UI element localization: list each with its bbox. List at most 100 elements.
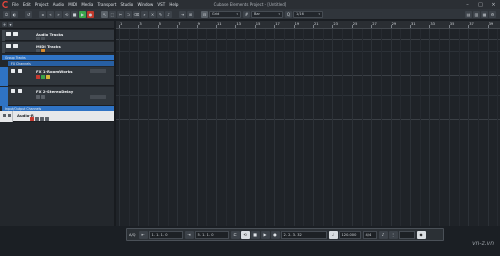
transport-mode[interactable]: A/Q — [129, 233, 136, 237]
audio-output-track[interactable]: Audio-R — [0, 111, 114, 122]
play-icon[interactable]: ▶ — [260, 230, 270, 239]
settings-icon[interactable]: ⚙ — [489, 11, 496, 18]
constrain-delay-icon[interactable]: ◐ — [11, 10, 18, 18]
grid-icon[interactable]: # — [243, 10, 250, 18]
range-selection-icon[interactable]: ⬚ — [109, 10, 116, 18]
menu-edit[interactable]: Edit — [23, 0, 31, 9]
tempo-track-icon[interactable]: ♩ — [328, 230, 338, 239]
mute-button[interactable] — [30, 117, 34, 121]
glue-icon[interactable]: ⊃ — [125, 10, 132, 18]
project-area[interactable] — [116, 29, 500, 226]
solo-button[interactable] — [41, 95, 45, 99]
mute-button[interactable] — [36, 48, 40, 52]
solo-button[interactable] — [41, 48, 45, 52]
record-icon[interactable]: ● — [270, 230, 280, 239]
position-display[interactable]: 2. 2. 3. 32 — [280, 230, 327, 239]
left-locator-field[interactable]: 1. 1. 1. 0 — [148, 230, 183, 239]
menu-window[interactable]: Window — [137, 0, 153, 9]
cycle-icon[interactable]: ⟲ — [240, 230, 250, 239]
play-icon[interactable]: ▶ — [79, 10, 86, 18]
read-automation-button[interactable] — [40, 117, 44, 121]
group-tracks-folder[interactable]: Group Tracks — [2, 55, 114, 60]
left-locator-icon[interactable]: ⇤ — [138, 230, 148, 239]
mute-button[interactable] — [36, 36, 40, 40]
folder-icon[interactable] — [13, 32, 18, 36]
mute-tool-icon[interactable]: × — [149, 10, 156, 18]
history-icon[interactable]: ↺ — [25, 10, 32, 18]
left-locator-icon[interactable]: ◂ — [39, 10, 46, 18]
cycle-icon[interactable]: ⟲ — [63, 10, 70, 18]
read-automation-button[interactable] — [46, 75, 50, 79]
menu-audio[interactable]: Audio — [53, 0, 64, 9]
track-insert-slot[interactable] — [90, 68, 106, 73]
minimize-icon[interactable]: – — [461, 0, 474, 9]
add-track-icon[interactable]: + — [2, 22, 7, 27]
maximize-icon[interactable]: □ — [474, 0, 487, 9]
track-color-icon[interactable] — [3, 114, 6, 117]
collapse-tracks-icon[interactable]: ▾ — [8, 22, 13, 27]
precount-icon[interactable]: ⋮ — [388, 230, 398, 239]
solo-button[interactable] — [35, 117, 39, 121]
track-insert-slot[interactable] — [90, 95, 106, 99]
zoom-icon[interactable]: ⌕ — [141, 10, 148, 18]
solo-button[interactable] — [41, 36, 45, 40]
auto-scroll-icon[interactable]: ⇥ — [179, 10, 186, 18]
bar-grid-line — [254, 29, 256, 226]
erase-icon[interactable]: ⌫ — [133, 10, 140, 18]
grid-type-select[interactable]: Grid ▾ — [209, 10, 241, 18]
menu-midi[interactable]: MIDI — [68, 0, 77, 9]
write-automation-button[interactable] — [45, 117, 49, 121]
tempo-field[interactable]: 120.000 — [338, 230, 361, 239]
quantize-icon[interactable]: Q — [285, 10, 292, 18]
record-icon[interactable]: ● — [87, 10, 94, 18]
signature-field[interactable]: 4/4 — [362, 230, 377, 239]
snap-icon[interactable]: ⊞ — [187, 10, 194, 18]
menu-transport[interactable]: Transport — [98, 0, 117, 9]
object-selection-icon[interactable]: ↖ — [101, 10, 108, 18]
draw-icon[interactable]: ✎ — [157, 10, 164, 18]
track-color-icon[interactable] — [11, 89, 15, 93]
solo-button[interactable] — [41, 75, 45, 79]
layout-3-icon[interactable]: ▦ — [481, 11, 488, 18]
snap-toggle-icon[interactable]: ⊟ — [201, 10, 208, 18]
track-edit-icon[interactable] — [18, 69, 22, 73]
layout-icon[interactable]: ▤ — [465, 11, 472, 18]
mute-button[interactable] — [36, 95, 40, 99]
folder-icon[interactable] — [6, 32, 11, 36]
track-edit-icon[interactable] — [8, 114, 11, 117]
folder-track-audio[interactable]: Audio Tracks — [2, 30, 114, 41]
menu-studio[interactable]: Studio — [121, 0, 134, 9]
layout-2-icon[interactable]: ▥ — [473, 11, 480, 18]
menu-media[interactable]: Media — [81, 0, 93, 9]
track-color-icon[interactable] — [11, 69, 15, 73]
metronome-icon[interactable]: ♪ — [378, 230, 388, 239]
folder-icon[interactable] — [13, 44, 18, 48]
marker-icon[interactable]: ◆ — [416, 230, 426, 239]
fx-channel-track-1[interactable]: FX 1-RoomWorks — [0, 67, 114, 86]
stop-icon[interactable]: ■ — [71, 10, 78, 18]
play-tool-icon[interactable]: ♪ — [165, 10, 172, 18]
timeline-ruler[interactable]: 1 3 5 7 9 11 13 15 17 19 21 23 25 27 29 31 33 35 37 39 — [116, 21, 500, 29]
right-locator-field[interactable]: 5. 1. 1. 0 — [194, 230, 229, 239]
fx-channel-track-2[interactable]: FX 2-StereoDelay — [0, 87, 114, 106]
mute-button[interactable] — [36, 75, 40, 79]
menu-vst[interactable]: VST — [157, 0, 165, 9]
punch-in-icon[interactable]: ⊏ — [230, 230, 240, 239]
folder-icon[interactable] — [6, 44, 11, 48]
menu-project[interactable]: Project — [35, 0, 49, 9]
activate-project-icon[interactable]: ⏻ — [3, 10, 10, 18]
rewind-icon[interactable]: « — [47, 10, 54, 18]
menu-help[interactable]: Help — [169, 0, 178, 9]
fx-channels-folder[interactable]: FX Channels — [8, 61, 114, 66]
right-locator-icon[interactable]: ⇥ — [184, 230, 194, 239]
track-edit-icon[interactable] — [18, 89, 22, 93]
split-icon[interactable]: ✂ — [117, 10, 124, 18]
quantize-select[interactable]: 1/16 ▾ — [293, 10, 323, 18]
stop-icon[interactable]: ■ — [250, 230, 260, 239]
folder-track-midi[interactable]: MIDI Tracks — [2, 42, 114, 53]
close-icon[interactable]: × — [487, 0, 500, 9]
grid-value-select[interactable]: Bar ▾ — [251, 10, 283, 18]
track-lane-divider — [116, 75, 500, 76]
forward-icon[interactable]: » — [55, 10, 62, 18]
menu-file[interactable]: File — [12, 0, 19, 9]
